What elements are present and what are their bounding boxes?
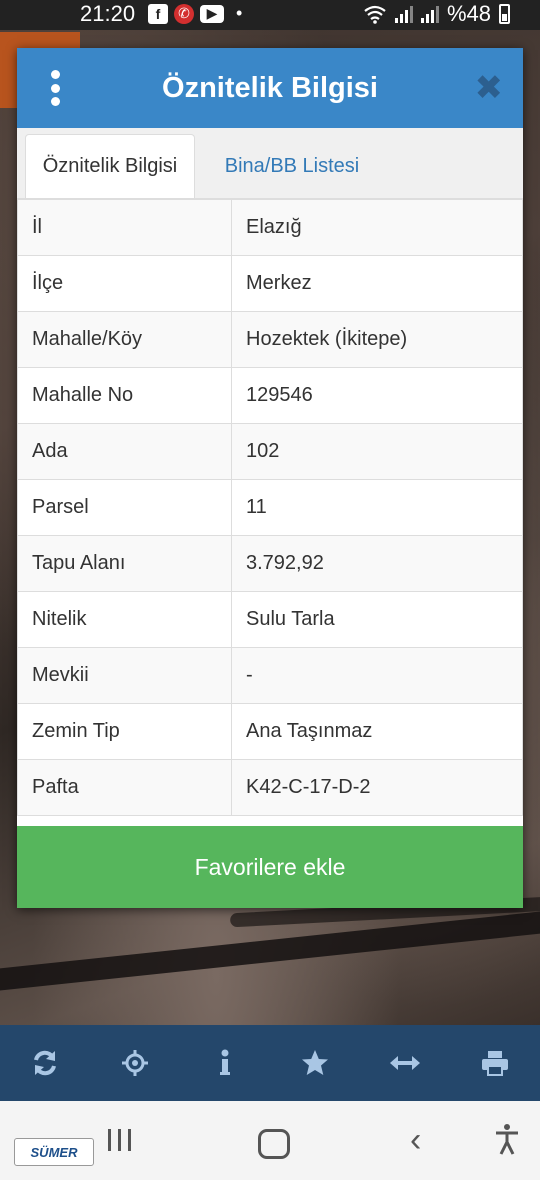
table-row: Zemin Tip Ana Taşınmaz xyxy=(17,703,523,760)
row-value: 3.792,92 xyxy=(231,535,523,592)
back-button[interactable]: ‹ xyxy=(410,1121,421,1160)
row-key: Mahalle No xyxy=(17,367,232,424)
star-icon[interactable] xyxy=(293,1041,337,1085)
tab-attribute-info[interactable]: Öznitelik Bilgisi xyxy=(25,134,195,198)
row-key: Pafta xyxy=(17,759,232,816)
row-key: Zemin Tip xyxy=(17,703,232,760)
attribute-info-dialog: Öznitelik Bilgisi ✖ Öznitelik Bilgisi Bi… xyxy=(17,48,523,908)
info-icon[interactable] xyxy=(203,1041,247,1085)
measure-icon[interactable] xyxy=(383,1041,427,1085)
status-notification-icons: f ✆ ▶ • xyxy=(148,3,242,24)
dialog-title: Öznitelik Bilgisi xyxy=(162,72,378,104)
signal-icon-1 xyxy=(394,5,413,23)
sumer-logo: SÜMER xyxy=(14,1138,94,1166)
table-row: İl Elazığ xyxy=(17,199,523,256)
attribute-table: İl Elazığ İlçe Merkez Mahalle/Köy Hozekt… xyxy=(17,199,523,816)
row-key: Mahalle/Köy xyxy=(17,311,232,368)
tab-building-list[interactable]: Bina/BB Listesi xyxy=(207,134,377,198)
table-row: İlçe Merkez xyxy=(17,255,523,312)
close-icon[interactable]: ✖ xyxy=(475,68,504,108)
wifi-icon xyxy=(364,5,386,24)
table-row: Mahalle No 129546 xyxy=(17,367,523,424)
row-key: İl xyxy=(17,199,232,256)
battery-percentage: %48 xyxy=(446,1,491,26)
recents-button[interactable] xyxy=(108,1129,131,1151)
table-row: Ada 102 xyxy=(17,423,523,480)
row-key: Mevkii xyxy=(17,647,232,704)
print-icon[interactable] xyxy=(473,1041,517,1085)
table-row: Pafta K42-C-17-D-2 xyxy=(17,759,523,816)
table-row: Mevkii - xyxy=(17,647,523,704)
dialog-header: Öznitelik Bilgisi ✖ xyxy=(17,48,523,128)
row-value: 11 xyxy=(231,479,523,536)
row-value: Merkez xyxy=(231,255,523,312)
row-key: Nitelik xyxy=(17,591,232,648)
map-toolbar xyxy=(0,1025,540,1101)
home-button[interactable] xyxy=(258,1129,290,1159)
table-row: Nitelik Sulu Tarla xyxy=(17,591,523,648)
missed-call-icon: ✆ xyxy=(174,3,194,24)
table-row: Tapu Alanı 3.792,92 xyxy=(17,535,523,592)
row-key: İlçe xyxy=(17,255,232,312)
add-to-favorites-button[interactable]: Favorilere ekle xyxy=(17,826,523,908)
locate-icon[interactable] xyxy=(113,1041,157,1085)
row-key: Ada xyxy=(17,423,232,480)
row-value: 102 xyxy=(231,423,523,480)
tabs-bar: Öznitelik Bilgisi Bina/BB Listesi xyxy=(17,128,523,199)
battery-icon xyxy=(499,4,510,24)
signal-icon-2 xyxy=(420,5,439,23)
system-nav-bar: SÜMER ‹ xyxy=(0,1101,540,1180)
row-key: Parsel xyxy=(17,479,232,536)
table-row: Mahalle/Köy Hozektek (İkitepe) xyxy=(17,311,523,368)
status-bar: 21:20 f ✆ ▶ • %48 xyxy=(0,0,540,30)
status-system-icons: %48 xyxy=(363,1,510,27)
youtube-icon: ▶ xyxy=(200,4,224,23)
row-value: K42-C-17-D-2 xyxy=(231,759,523,816)
table-row: Parsel 11 xyxy=(17,479,523,536)
row-value: Elazığ xyxy=(231,199,523,256)
status-time: 21:20 xyxy=(80,1,136,26)
row-value: Hozektek (İkitepe) xyxy=(231,311,523,368)
more-notifications-icon: • xyxy=(236,3,243,23)
row-value: Ana Taşınmaz xyxy=(231,703,523,760)
facebook-icon: f xyxy=(148,3,168,24)
row-value: - xyxy=(231,647,523,704)
row-value: 129546 xyxy=(231,367,523,424)
refresh-icon[interactable] xyxy=(23,1041,67,1085)
row-value: Sulu Tarla xyxy=(231,591,523,648)
accessibility-icon[interactable] xyxy=(494,1123,520,1160)
row-key: Tapu Alanı xyxy=(17,535,232,592)
